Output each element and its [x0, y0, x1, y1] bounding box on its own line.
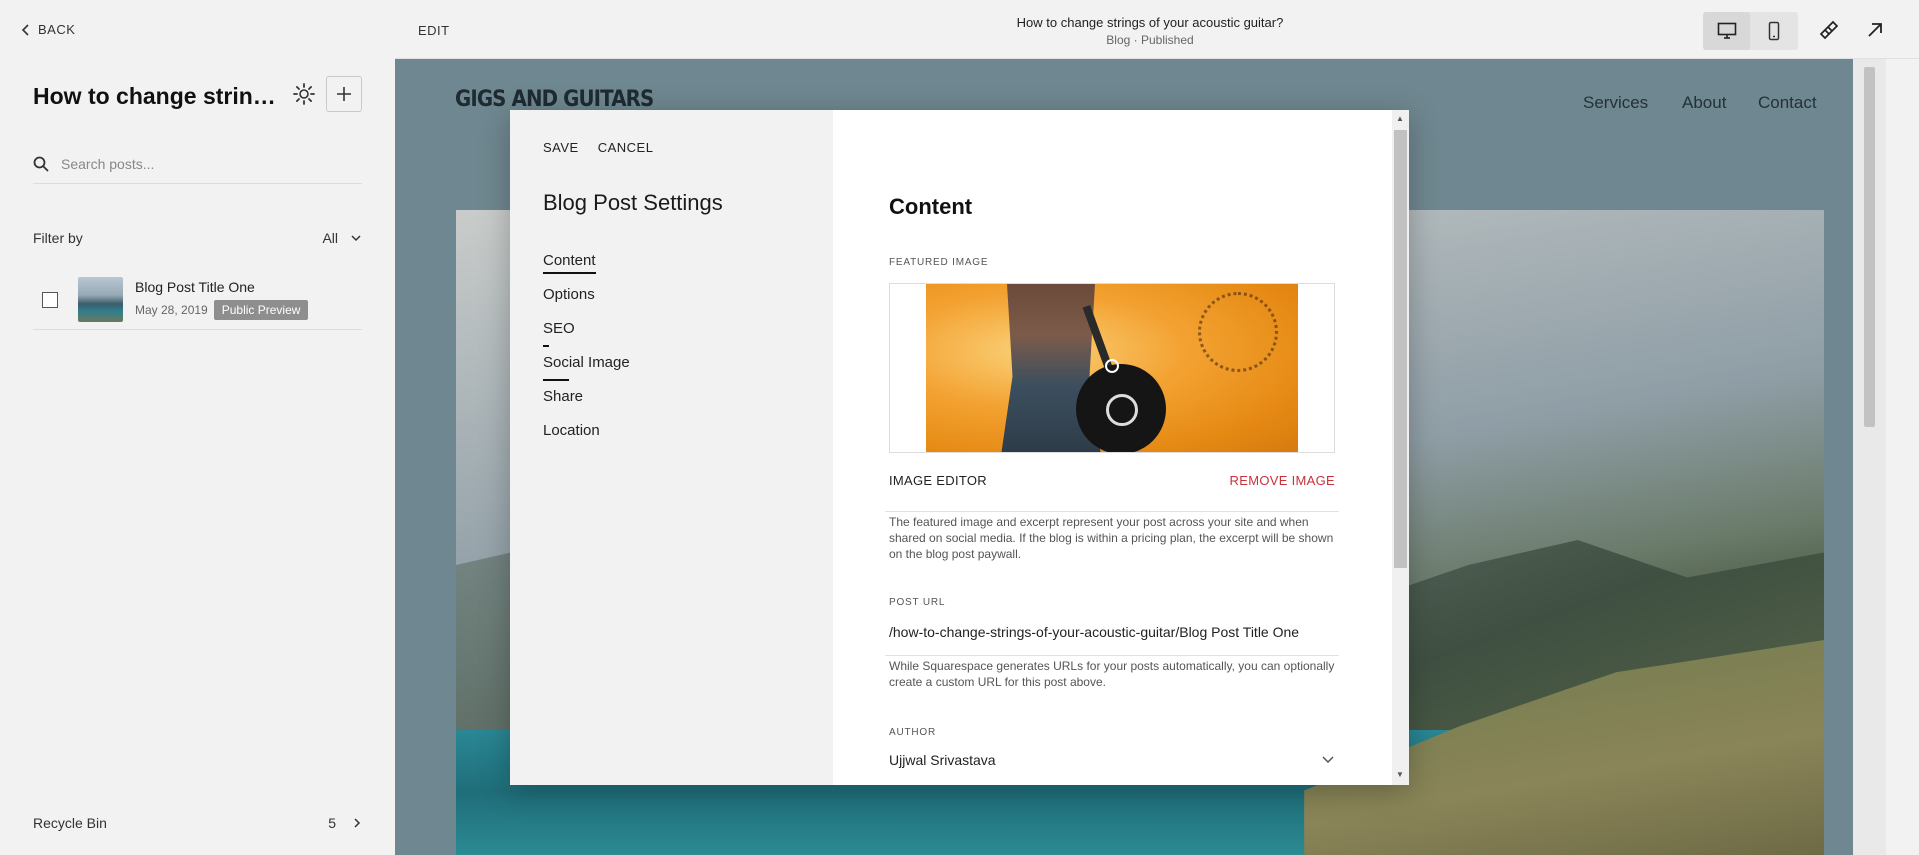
filter-row: Filter by All — [33, 230, 362, 246]
image-floral-pattern — [1198, 292, 1278, 372]
plus-icon — [337, 87, 351, 101]
image-guitar — [1076, 364, 1166, 452]
tab-content[interactable]: Content — [543, 252, 630, 286]
preview-scrollbar[interactable] — [1853, 59, 1886, 855]
dialog-scrollbar[interactable]: ▲ ▼ — [1392, 110, 1409, 785]
site-nav-contact[interactable]: Contact — [1758, 93, 1817, 113]
back-label: BACK — [38, 22, 76, 37]
desktop-view-button[interactable] — [1703, 12, 1750, 50]
post-url-help: While Squarespace generates URLs for you… — [889, 659, 1335, 689]
search-bar — [33, 144, 362, 184]
dialog-scrollbar-thumb[interactable] — [1394, 130, 1407, 568]
gear-icon[interactable] — [292, 82, 316, 106]
post-date: May 28, 2019 — [135, 303, 208, 317]
recycle-bin-label: Recycle Bin — [33, 815, 107, 831]
tab-social-image[interactable]: Social Image — [543, 354, 630, 388]
tab-seo[interactable]: SEO — [543, 320, 630, 354]
blog-title: How to change strings of your acoustic g… — [33, 83, 288, 109]
content-heading: Content — [889, 194, 973, 219]
external-link-icon[interactable] — [1864, 19, 1886, 41]
mobile-icon — [1768, 21, 1779, 41]
image-editor-button[interactable]: IMAGE EDITOR — [889, 473, 987, 488]
recycle-bin-link[interactable]: Recycle Bin 5 — [33, 815, 362, 831]
mobile-view-button[interactable] — [1750, 12, 1797, 50]
divider — [885, 655, 1339, 656]
chevron-left-icon — [21, 23, 29, 36]
blog-post-settings-dialog: SAVE CANCEL Blog Post Settings Content O… — [510, 110, 1409, 785]
site-nav-about[interactable]: About — [1682, 93, 1726, 113]
save-button[interactable]: SAVE — [543, 140, 579, 155]
settings-content-panel: Content FEATURED IMAGE IMAGE EDITOR REMO… — [833, 110, 1409, 785]
add-post-button[interactable] — [326, 76, 362, 112]
search-input[interactable] — [61, 155, 341, 172]
post-list-item[interactable]: Blog Post Title One May 28, 2019 Public … — [33, 270, 362, 330]
focal-point-handle[interactable] — [1105, 359, 1119, 373]
page-title: How to change strings of your acoustic g… — [1016, 15, 1284, 30]
author-value: Ujjwal Srivastava — [889, 752, 996, 768]
site-nav-services[interactable]: Services — [1583, 93, 1648, 113]
post-thumbnail — [78, 277, 123, 322]
status-badge: Public Preview — [213, 300, 309, 320]
recycle-bin-count: 5 — [328, 815, 336, 831]
divider — [885, 511, 1339, 512]
site-logo[interactable]: GIGS AND GUITARS — [455, 87, 654, 112]
blog-sidebar: BACK How to change strings of your acous… — [0, 0, 395, 855]
image-actions: IMAGE EDITOR REMOVE IMAGE — [889, 473, 1335, 488]
settings-tabs: Content Options SEO Social Image Share L… — [543, 252, 630, 456]
chevron-down-icon — [351, 235, 361, 242]
tab-location[interactable]: Location — [543, 422, 630, 456]
page-info: How to change strings of your acoustic g… — [950, 15, 1350, 47]
preview-scrollbar-thumb[interactable] — [1864, 67, 1875, 427]
settings-nav-panel: SAVE CANCEL Blog Post Settings Content O… — [510, 110, 833, 785]
desktop-icon — [1717, 22, 1736, 39]
back-button[interactable]: BACK — [20, 22, 75, 37]
edit-button[interactable]: EDIT — [418, 23, 450, 38]
tab-share[interactable]: Share — [543, 388, 630, 422]
featured-image-help: The featured image and excerpt represent… — [889, 515, 1334, 561]
filter-value: All — [322, 230, 338, 246]
page-status: Blog · Published — [1106, 33, 1194, 47]
chevron-right-icon — [354, 818, 361, 828]
scroll-down-arrow[interactable]: ▼ — [1396, 770, 1404, 779]
style-brush-icon[interactable] — [1818, 19, 1840, 41]
cancel-button[interactable]: CANCEL — [598, 140, 654, 155]
remove-image-button[interactable]: REMOVE IMAGE — [1230, 473, 1335, 488]
device-toggle — [1703, 12, 1798, 50]
filter-label: Filter by — [33, 230, 83, 246]
post-title: Blog Post Title One — [135, 279, 255, 295]
featured-image — [926, 284, 1298, 452]
dialog-title: Blog Post Settings — [543, 190, 723, 215]
post-url-input[interactable] — [889, 624, 1335, 640]
featured-image-frame[interactable] — [889, 283, 1335, 453]
top-bar: EDIT How to change strings of your acous… — [395, 0, 1919, 59]
chevron-down-icon — [1322, 756, 1334, 764]
post-meta: Blog Post Title One May 28, 2019 Public … — [135, 279, 309, 320]
post-url-label: POST URL — [889, 597, 946, 608]
search-icon — [33, 156, 49, 172]
author-label: AUTHOR — [889, 727, 937, 738]
author-select[interactable]: Ujjwal Srivastava — [889, 752, 1335, 768]
scroll-up-arrow[interactable]: ▲ — [1396, 114, 1404, 123]
dialog-actions: SAVE CANCEL — [543, 140, 653, 155]
filter-dropdown[interactable]: All — [322, 230, 362, 246]
featured-image-label: FEATURED IMAGE — [889, 257, 989, 268]
post-checkbox[interactable] — [42, 291, 58, 308]
tab-options[interactable]: Options — [543, 286, 630, 320]
